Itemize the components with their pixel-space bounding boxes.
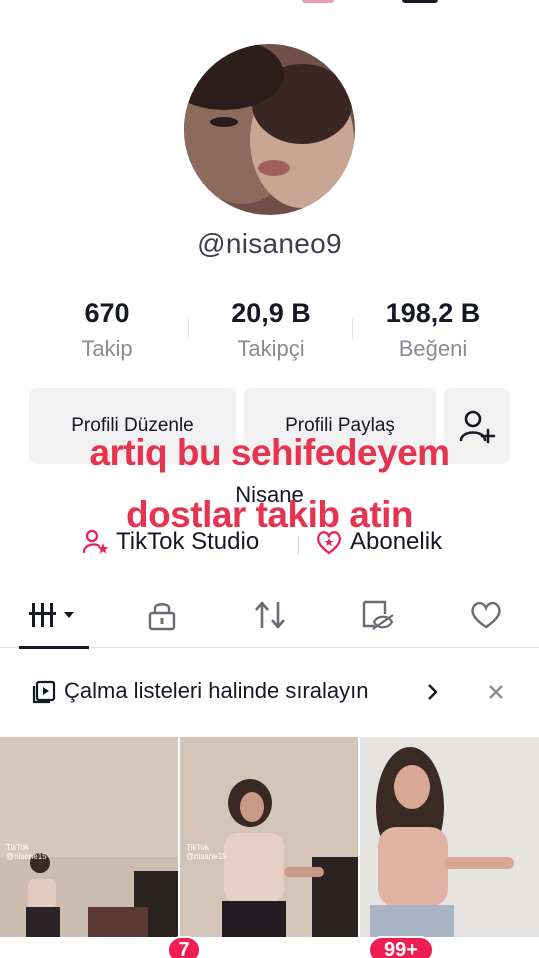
close-icon[interactable] — [486, 682, 506, 702]
followers-count: 20,9 B — [231, 298, 311, 328]
overlay-caption-line1: artiq bu sehifedeyem — [89, 432, 450, 473]
avatar-image — [184, 44, 355, 215]
stat-followers[interactable]: 20,9 B Takipçi — [186, 296, 356, 362]
links-divider — [298, 536, 299, 554]
top-tab-stub-right — [402, 0, 438, 3]
stats-row: 670 Takip 20,9 B Takipçi 198,2 B Beğeni — [0, 296, 539, 372]
tab-private[interactable] — [122, 590, 202, 640]
heart-icon — [471, 601, 501, 629]
stat-following[interactable]: 670 Takip — [22, 296, 192, 362]
username: @nisaneo9 — [197, 228, 342, 259]
stat-likes[interactable]: 198,2 B Beğeni — [348, 296, 518, 362]
top-tab-stub-left — [302, 0, 334, 3]
chevron-right-icon — [428, 684, 438, 700]
tiktok-watermark: TikTok @nisane15 — [186, 843, 227, 861]
followers-label: Takipçi — [237, 336, 305, 361]
likes-count: 198,2 B — [385, 298, 481, 328]
playlist-banner-text: Çalma listeleri halinde sıralayın — [64, 678, 369, 703]
video-thumbnail-image — [180, 737, 358, 937]
video-thumbnail[interactable]: TikTok @nisane15 — [180, 737, 358, 937]
content-tabs — [0, 590, 539, 649]
videos-grid-icon — [29, 603, 74, 627]
tab-liked[interactable] — [446, 590, 526, 640]
repost-icon — [255, 601, 285, 629]
tab-favorites[interactable] — [338, 590, 418, 640]
following-count: 670 — [84, 298, 130, 328]
playlist-banner[interactable]: Çalma listeleri halinde sıralayın — [0, 664, 539, 720]
likes-label: Beğeni — [398, 336, 468, 361]
bottom-nav — [0, 937, 539, 958]
video-thumbnail-image — [0, 737, 178, 937]
avatar[interactable] — [184, 44, 355, 215]
lock-icon — [148, 603, 176, 631]
following-label: Takip — [81, 336, 133, 361]
video-grid: TikTok @nisane15 TikTok @nisane15 — [0, 737, 539, 937]
tab-videos[interactable] — [14, 590, 94, 640]
playlist-icon — [32, 680, 56, 704]
active-tab-indicator — [19, 646, 89, 649]
tiktok-watermark: TikTok @nisane15 — [6, 843, 47, 861]
inbox-badge: 7 — [167, 936, 201, 958]
video-thumbnail[interactable] — [360, 737, 539, 937]
video-thumbnail-image — [360, 737, 539, 937]
video-thumbnail[interactable]: TikTok @nisane15 — [0, 737, 178, 937]
hidden-eye-icon — [362, 600, 394, 630]
notification-badge: 99+ — [368, 936, 434, 958]
tab-reposts[interactable] — [230, 590, 310, 640]
overlay-caption-line2: dostlar takib atin — [125, 494, 414, 535]
